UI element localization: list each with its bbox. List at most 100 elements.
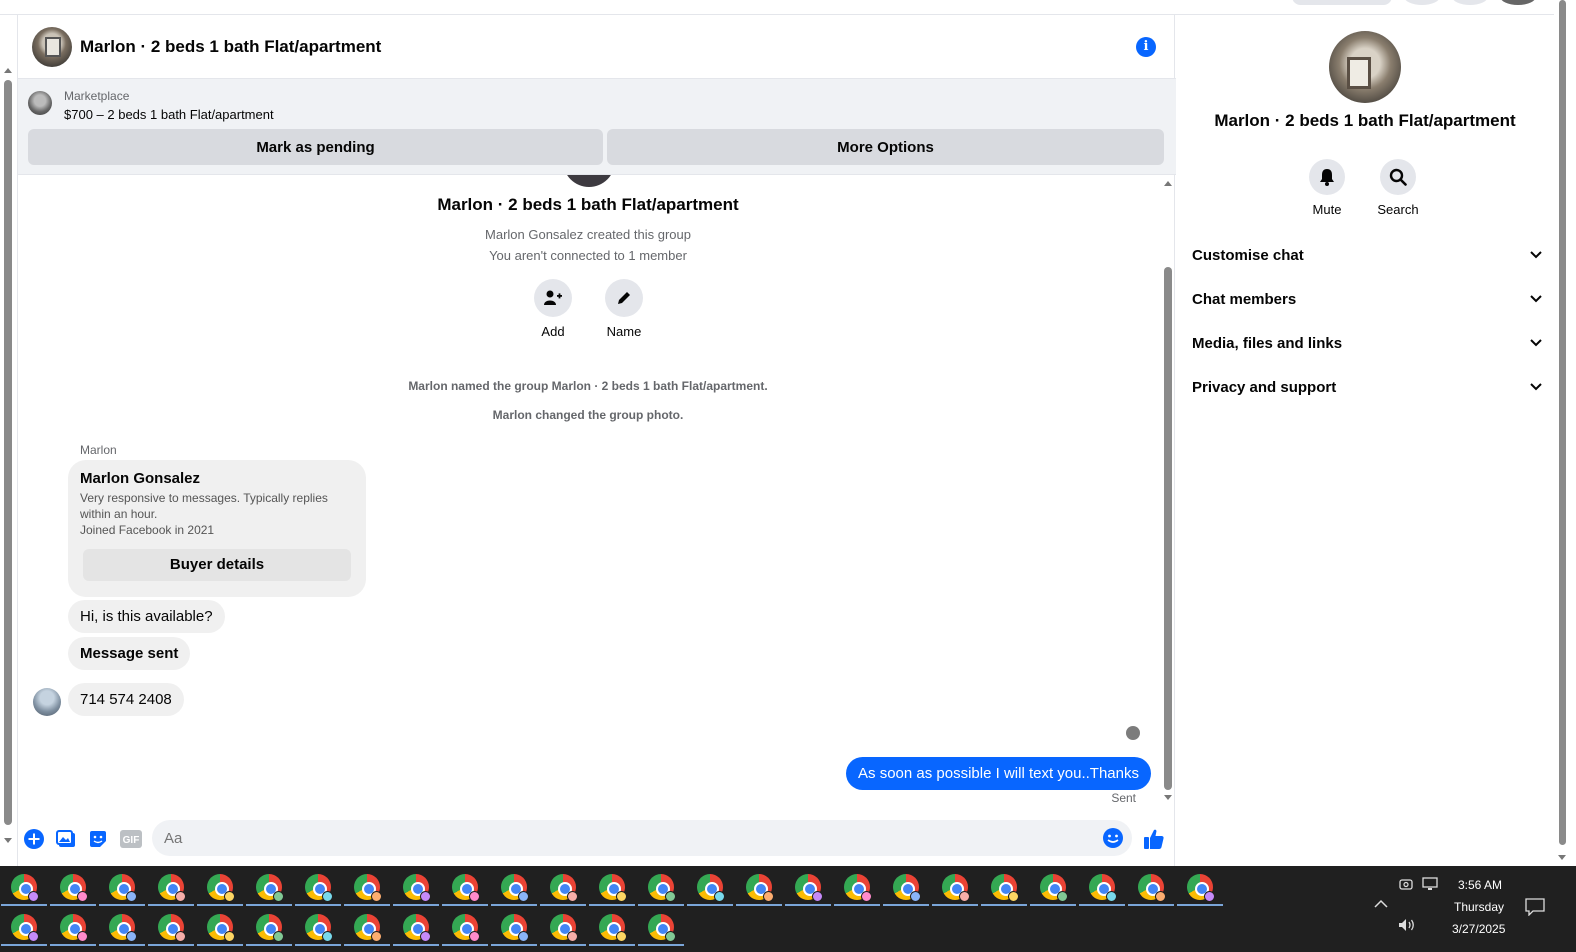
chrome-window-icon[interactable] xyxy=(501,874,529,902)
chrome-window-icon[interactable] xyxy=(11,914,39,942)
chrome-window-icon[interactable] xyxy=(158,874,186,902)
photo-icon[interactable] xyxy=(56,829,76,849)
chrome-window-icon[interactable] xyxy=(256,914,284,942)
chat-title[interactable]: Marlon · 2 beds 1 bath Flat/apartment xyxy=(80,37,381,57)
sender-avatar[interactable] xyxy=(33,688,61,716)
accordion-media-files-links[interactable]: Media, files and links xyxy=(1192,321,1542,365)
outer-scrollbar[interactable] xyxy=(0,60,16,850)
bell-icon[interactable] xyxy=(1309,159,1345,195)
chrome-window-icon[interactable] xyxy=(207,914,235,942)
scroll-up-arrow-icon[interactable] xyxy=(1164,181,1172,186)
camera-icon[interactable] xyxy=(1399,877,1413,894)
chrome-window-icon[interactable] xyxy=(452,914,480,942)
search-icon[interactable] xyxy=(1380,159,1416,195)
clock-day[interactable]: Thursday xyxy=(1454,900,1504,914)
outer-scroll-thumb[interactable] xyxy=(4,80,12,825)
chrome-window-icon[interactable] xyxy=(942,874,970,902)
chrome-window-icon[interactable] xyxy=(599,914,627,942)
accordion-chat-members[interactable]: Chat members xyxy=(1192,277,1542,321)
clock-date[interactable]: 3/27/2025 xyxy=(1452,922,1505,936)
notification-center-icon[interactable] xyxy=(1525,898,1545,919)
chrome-window-icon[interactable] xyxy=(403,874,431,902)
chrome-window-icon[interactable] xyxy=(452,874,480,902)
chrome-window-icon[interactable] xyxy=(109,874,137,902)
network-icon[interactable] xyxy=(1422,877,1438,894)
message-scrollbar[interactable] xyxy=(1162,175,1174,815)
more-options-button[interactable]: More Options xyxy=(607,129,1164,165)
clock-time[interactable]: 3:56 AM xyxy=(1458,878,1502,892)
chrome-window-icon[interactable] xyxy=(1187,874,1215,902)
incoming-message[interactable]: 714 574 2408 xyxy=(68,683,184,716)
group-profile-picture[interactable] xyxy=(1329,31,1401,103)
scroll-up-arrow-icon[interactable] xyxy=(4,68,12,73)
chrome-window-icon[interactable] xyxy=(354,874,382,902)
chrome-window-icon[interactable] xyxy=(60,914,88,942)
outgoing-message[interactable]: As soon as possible I will text you..Tha… xyxy=(846,757,1151,790)
mark-as-pending-button[interactable]: Mark as pending xyxy=(28,129,603,165)
add-person-icon[interactable] xyxy=(534,279,572,317)
listing-price[interactable]: $700 – 2 beds 1 bath Flat/apartment xyxy=(64,107,274,122)
chrome-window-icon[interactable] xyxy=(1138,874,1166,902)
plus-icon[interactable] xyxy=(24,829,44,849)
chrome-window-icon[interactable] xyxy=(305,874,333,902)
chrome-window-icon[interactable] xyxy=(991,874,1019,902)
accordion-customise-chat[interactable]: Customise chat xyxy=(1192,233,1542,277)
chrome-window-icon[interactable] xyxy=(746,874,774,902)
listing-thumbnail[interactable] xyxy=(28,91,52,115)
chrome-window-icon[interactable] xyxy=(60,874,88,902)
chrome-window-icon[interactable] xyxy=(697,874,725,902)
search-action[interactable]: Search xyxy=(1368,159,1428,217)
taskbar: 3:56 AM Thursday 3/27/2025 xyxy=(0,866,1576,952)
page-scroll-thumb[interactable] xyxy=(1559,0,1566,845)
chevron-up-icon[interactable] xyxy=(1374,896,1388,912)
chrome-window-icon[interactable] xyxy=(305,914,333,942)
message-input-box[interactable] xyxy=(152,820,1132,856)
chrome-window-icon[interactable] xyxy=(158,914,186,942)
volume-icon[interactable] xyxy=(1398,918,1416,935)
accordion-privacy-support[interactable]: Privacy and support xyxy=(1192,365,1542,409)
chrome-window-icon[interactable] xyxy=(648,914,676,942)
gif-icon[interactable]: GIF xyxy=(120,829,142,849)
chrome-window-icon[interactable] xyxy=(207,874,235,902)
buyer-name[interactable]: Marlon Gonsalez xyxy=(80,470,200,487)
chrome-window-icon[interactable] xyxy=(109,914,137,942)
chrome-window-icon[interactable] xyxy=(256,874,284,902)
name-group-action[interactable]: Name xyxy=(594,279,654,339)
thumbs-up-icon[interactable] xyxy=(1142,827,1166,851)
scroll-down-arrow-icon[interactable] xyxy=(4,838,12,843)
top-menu-button[interactable] xyxy=(1404,0,1440,5)
pencil-icon[interactable] xyxy=(605,279,643,317)
add-member-action[interactable]: Add xyxy=(523,279,583,339)
message-input[interactable] xyxy=(164,829,1064,847)
chat-avatar[interactable] xyxy=(32,26,72,67)
chrome-window-icon[interactable] xyxy=(1089,874,1117,902)
top-profile-avatar[interactable] xyxy=(1500,0,1536,5)
info-icon[interactable]: i xyxy=(1136,37,1156,57)
page-scrollbar[interactable] xyxy=(1554,0,1576,866)
connection-text: You aren't connected to 1 member xyxy=(489,248,687,263)
scroll-down-arrow-icon[interactable] xyxy=(1558,855,1566,860)
chrome-window-icon[interactable] xyxy=(1040,874,1068,902)
emoji-icon[interactable] xyxy=(1102,827,1124,853)
chrome-window-icon[interactable] xyxy=(844,874,872,902)
active-window-indicator xyxy=(393,904,439,906)
chrome-window-icon[interactable] xyxy=(795,874,823,902)
chrome-window-icon[interactable] xyxy=(11,874,39,902)
chrome-window-icon[interactable] xyxy=(403,914,431,942)
chrome-window-icon[interactable] xyxy=(648,874,676,902)
buyer-details-button[interactable]: Buyer details xyxy=(83,549,351,581)
chrome-window-icon[interactable] xyxy=(550,874,578,902)
mute-action[interactable]: Mute xyxy=(1297,159,1357,217)
incoming-message[interactable]: Message sent xyxy=(68,637,191,670)
message-scroll-thumb[interactable] xyxy=(1164,267,1172,790)
top-search-pill[interactable] xyxy=(1292,0,1392,5)
chrome-window-icon[interactable] xyxy=(893,874,921,902)
top-notifications-button[interactable] xyxy=(1452,0,1488,5)
scroll-down-arrow-icon[interactable] xyxy=(1164,795,1172,800)
chrome-window-icon[interactable] xyxy=(501,914,529,942)
sticker-icon[interactable] xyxy=(88,829,108,849)
chrome-window-icon[interactable] xyxy=(599,874,627,902)
incoming-message[interactable]: Hi, is this available? xyxy=(68,600,225,633)
chrome-window-icon[interactable] xyxy=(354,914,382,942)
chrome-window-icon[interactable] xyxy=(550,914,578,942)
